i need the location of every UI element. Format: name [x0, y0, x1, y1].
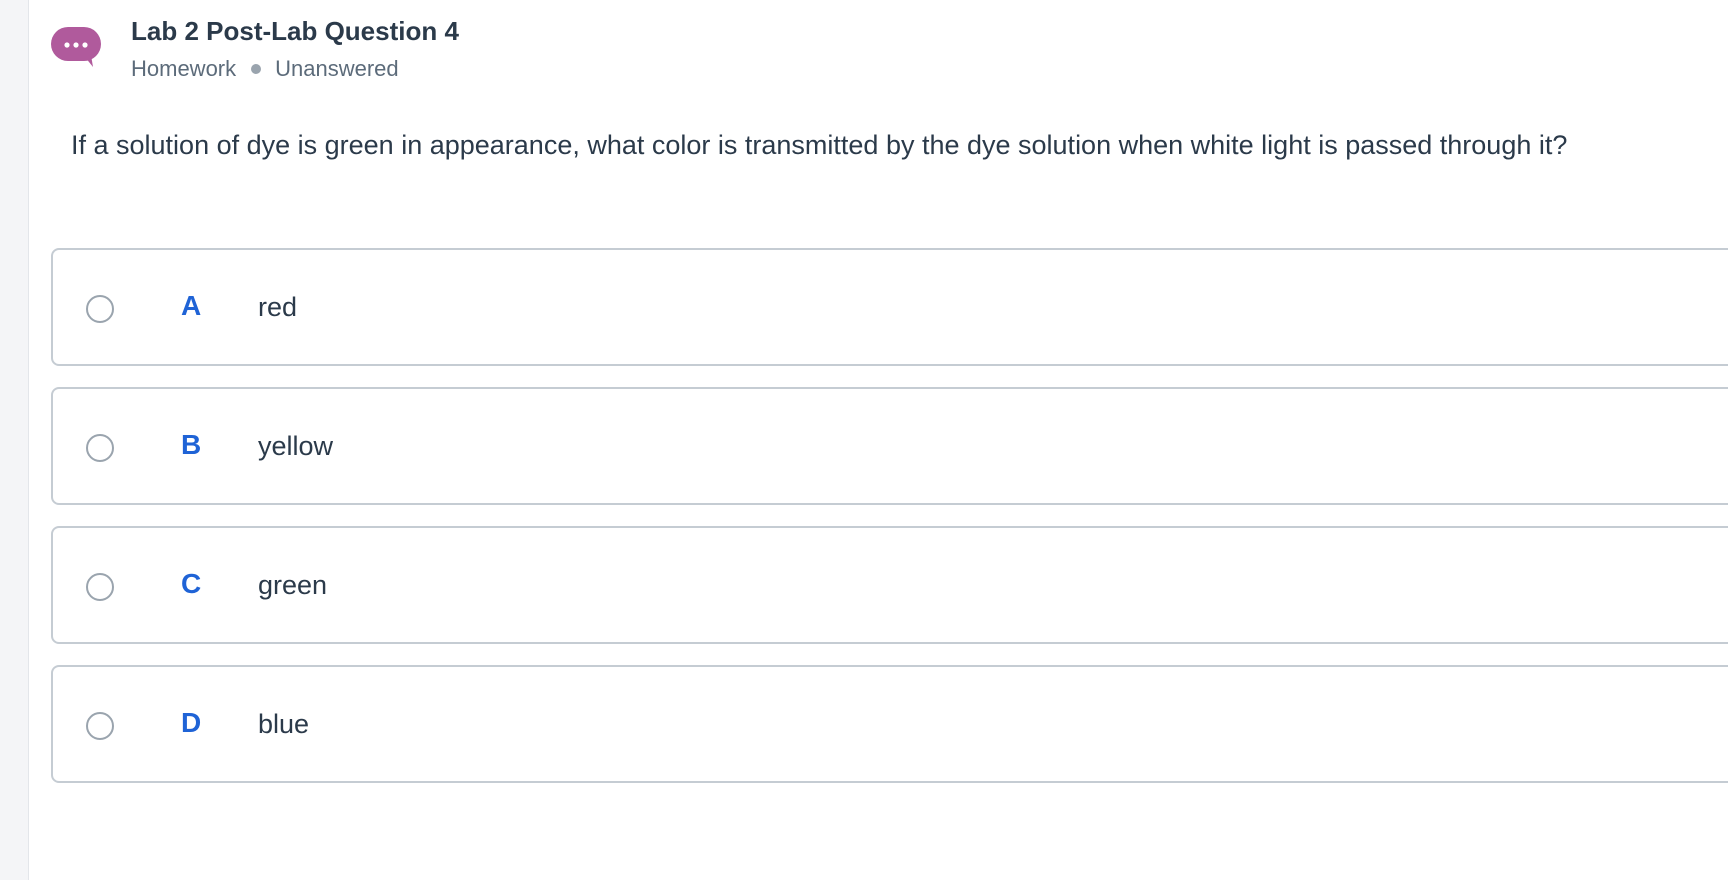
option-b[interactable]: B yellow: [51, 387, 1728, 505]
radio-button[interactable]: [86, 712, 114, 740]
option-letter: B: [181, 429, 202, 460]
question-header: Lab 2 Post-Lab Question 4 Homework Unans…: [29, 0, 1728, 100]
option-text: yellow: [258, 431, 334, 461]
answer-options: A red B yellow C green D blue: [51, 248, 1728, 804]
option-text: blue: [258, 709, 310, 739]
option-c[interactable]: C green: [51, 526, 1728, 644]
radio-button[interactable]: [86, 434, 114, 462]
assignment-type: Homework: [131, 56, 237, 81]
question-title: Lab 2 Post-Lab Question 4: [131, 16, 459, 46]
separator-dot: [251, 64, 262, 74]
option-d[interactable]: D blue: [51, 665, 1728, 783]
option-letter: A: [181, 290, 202, 321]
option-a[interactable]: A red: [51, 248, 1728, 366]
radio-button[interactable]: [86, 573, 114, 601]
option-text: green: [258, 570, 328, 600]
question-page: Lab 2 Post-Lab Question 4 Homework Unans…: [28, 0, 1728, 880]
radio-button[interactable]: [86, 295, 114, 323]
option-letter: D: [181, 707, 202, 738]
option-letter: C: [181, 568, 202, 599]
answer-status: Unanswered: [275, 56, 399, 81]
chat-bubble-icon: [51, 27, 101, 67]
option-text: red: [258, 292, 298, 322]
question-meta: Homework Unanswered: [131, 56, 399, 82]
question-text: If a solution of dye is green in appeara…: [71, 130, 1568, 160]
